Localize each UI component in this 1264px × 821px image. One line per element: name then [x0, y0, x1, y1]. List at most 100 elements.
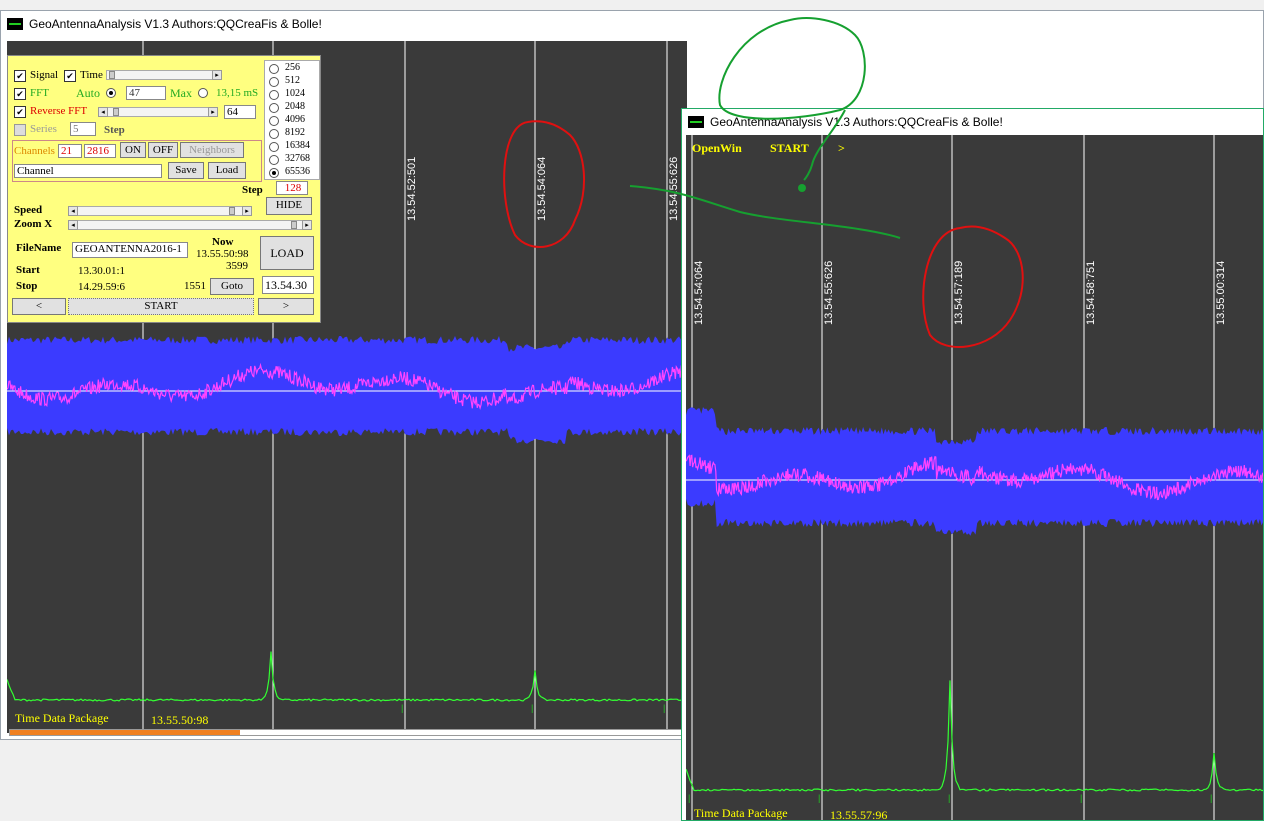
fft-size-label-8192: 8192 [285, 127, 305, 138]
prev-button[interactable]: < [12, 298, 66, 315]
fft-size-label-2048: 2048 [285, 101, 305, 112]
fft-axis-tick: | [401, 703, 403, 713]
series-field[interactable]: 5 [70, 122, 96, 136]
start-value: 13.30.01:1 [78, 265, 126, 277]
goto-count: 1551 [184, 280, 206, 292]
fft-size-radio-16384[interactable] [269, 142, 279, 152]
time-marker-label: 13.54.58:751 [1085, 261, 1097, 325]
time-checkbox[interactable]: ✔ [64, 70, 76, 82]
second-next-label[interactable]: > [838, 141, 845, 156]
second-window: GeoAntennaAnalysis V1.3 Authors:QQCreaFi… [681, 108, 1264, 821]
main-footer-label: Time Data Package [15, 711, 109, 725]
auto-value-field[interactable]: 47 [126, 86, 166, 100]
goto-field[interactable]: 13.54.30 [262, 276, 314, 294]
fft-size-label-16384: 16384 [285, 140, 310, 151]
fft-size-radio-256[interactable] [269, 64, 279, 74]
second-app-icon [688, 116, 704, 128]
goto-button[interactable]: Goto [210, 278, 254, 295]
second-title-bar[interactable]: GeoAntennaAnalysis V1.3 Authors:QQCreaFi… [682, 109, 1263, 135]
time-marker-label: 13.54.52:501 [406, 157, 418, 221]
fft-size-radio-65536[interactable] [269, 168, 279, 178]
progress-fill [10, 730, 240, 735]
fft-axis-tick: | [1080, 793, 1082, 803]
fft-size-radio-4096[interactable] [269, 116, 279, 126]
series-label: Series [30, 123, 57, 135]
progress-bar [9, 729, 687, 736]
second-footer-label: Time Data Package [694, 806, 788, 820]
main-title-bar[interactable]: GeoAntennaAnalysis V1.3 Authors:QQCreaFi… [1, 11, 1263, 37]
fft-size-radio-2048[interactable] [269, 103, 279, 113]
fft-checkbox[interactable]: ✔ [14, 88, 26, 100]
max-label: Max [170, 86, 192, 100]
reverse-fft-checkbox[interactable]: ✔ [14, 106, 26, 118]
fft-size-group: 256 512 1024 2048 4096 8192 16384 32768 65536 [264, 60, 320, 180]
neighbors-button[interactable]: Neighbors [180, 142, 244, 158]
max-radio[interactable] [198, 88, 208, 98]
zoom-label: Zoom X [14, 218, 53, 230]
fft-trace [7, 651, 687, 702]
stop-value: 14.29.59:6 [78, 281, 126, 293]
main-window-title: GeoAntennaAnalysis V1.3 Authors:QQCreaFi… [29, 17, 322, 31]
second-footer-time: 13.55.57:96 [830, 808, 888, 821]
load-small-button[interactable]: Load [208, 162, 246, 179]
second-plot-area[interactable]: 13.54.54:064 13.54.55:626 13.54.57:189 13.5… [686, 135, 1263, 821]
series-checkbox[interactable] [14, 124, 26, 136]
fft-size-label-512: 512 [285, 75, 300, 86]
zoom-slider[interactable]: ◂ ▸ [68, 220, 312, 230]
fft-size-radio-1024[interactable] [269, 90, 279, 100]
save-button[interactable]: Save [168, 162, 204, 179]
signal-label: Signal [30, 69, 59, 81]
speed-label: Speed [14, 204, 43, 216]
time-marker-label: 13.54.54:064 [536, 157, 548, 221]
fft-axis-tick: | [818, 793, 820, 803]
now-count: 3599 [226, 260, 248, 272]
fft-size-radio-8192[interactable] [269, 129, 279, 139]
on-button[interactable]: ON [120, 142, 146, 158]
signal-band [686, 407, 1263, 536]
step-field[interactable]: 128 [276, 181, 308, 195]
time-marker-label: 13.54.55:626 [668, 157, 680, 221]
fft-size-label-1024: 1024 [285, 88, 305, 99]
time-marker-label: 13.54.55:626 [823, 261, 835, 325]
channels-from-field[interactable]: 21 [58, 144, 82, 158]
auto-radio[interactable] [106, 88, 116, 98]
fft-size-radio-32768[interactable] [269, 155, 279, 165]
now-label: Now [212, 236, 234, 248]
series-step-label: Step [104, 124, 125, 136]
openwin-label[interactable]: OpenWin [692, 141, 742, 156]
channels-label: Channels [14, 145, 55, 157]
channels-to-field[interactable]: 2816 [84, 144, 116, 158]
time-marker-label: 13.54.54:064 [693, 261, 705, 325]
start-button[interactable]: START [68, 298, 254, 315]
next-button[interactable]: > [258, 298, 314, 315]
fft-trace [686, 680, 1263, 792]
signal-checkbox[interactable]: ✔ [14, 70, 26, 82]
second-signal-plot: 13.54.54:064 13.54.55:626 13.54.57:189 13.5… [686, 135, 1263, 820]
time-slider[interactable]: ▸ [106, 70, 222, 80]
fft-size-radio-512[interactable] [269, 77, 279, 87]
fft-axis-tick: | [688, 793, 690, 803]
signal-band [7, 336, 687, 444]
main-footer-time: 13.55.50:98 [151, 713, 209, 727]
load-button[interactable]: LOAD [260, 236, 314, 270]
fft-size-label-32768: 32768 [285, 153, 310, 164]
filename-field[interactable]: GEOANTENNA2016-1 [72, 242, 188, 258]
now-value: 13.55.50:98 [196, 248, 249, 260]
step-label: Step [242, 184, 263, 196]
reverse-fft-field[interactable]: 64 [224, 105, 256, 119]
speed-slider[interactable]: ◂ ▸ [68, 206, 252, 216]
hide-button[interactable]: HIDE [266, 197, 312, 215]
second-start-label[interactable]: START [770, 141, 809, 156]
fft-axis-tick: | [531, 703, 533, 713]
second-window-title: GeoAntennaAnalysis V1.3 Authors:QQCreaFi… [710, 115, 1003, 129]
channel-name-field[interactable]: Channel [14, 164, 162, 178]
auto-label: Auto [76, 86, 100, 100]
reverse-fft-slider[interactable]: ◂ ▸ [98, 107, 218, 117]
time-marker-label: 13.55.00:314 [1215, 261, 1227, 325]
stop-label: Stop [16, 280, 38, 292]
app-icon [7, 18, 23, 30]
fft-size-label-65536: 65536 [285, 166, 310, 177]
time-marker-label: 13.54.57:189 [953, 261, 965, 325]
start-label: Start [16, 264, 40, 276]
off-button[interactable]: OFF [148, 142, 178, 158]
